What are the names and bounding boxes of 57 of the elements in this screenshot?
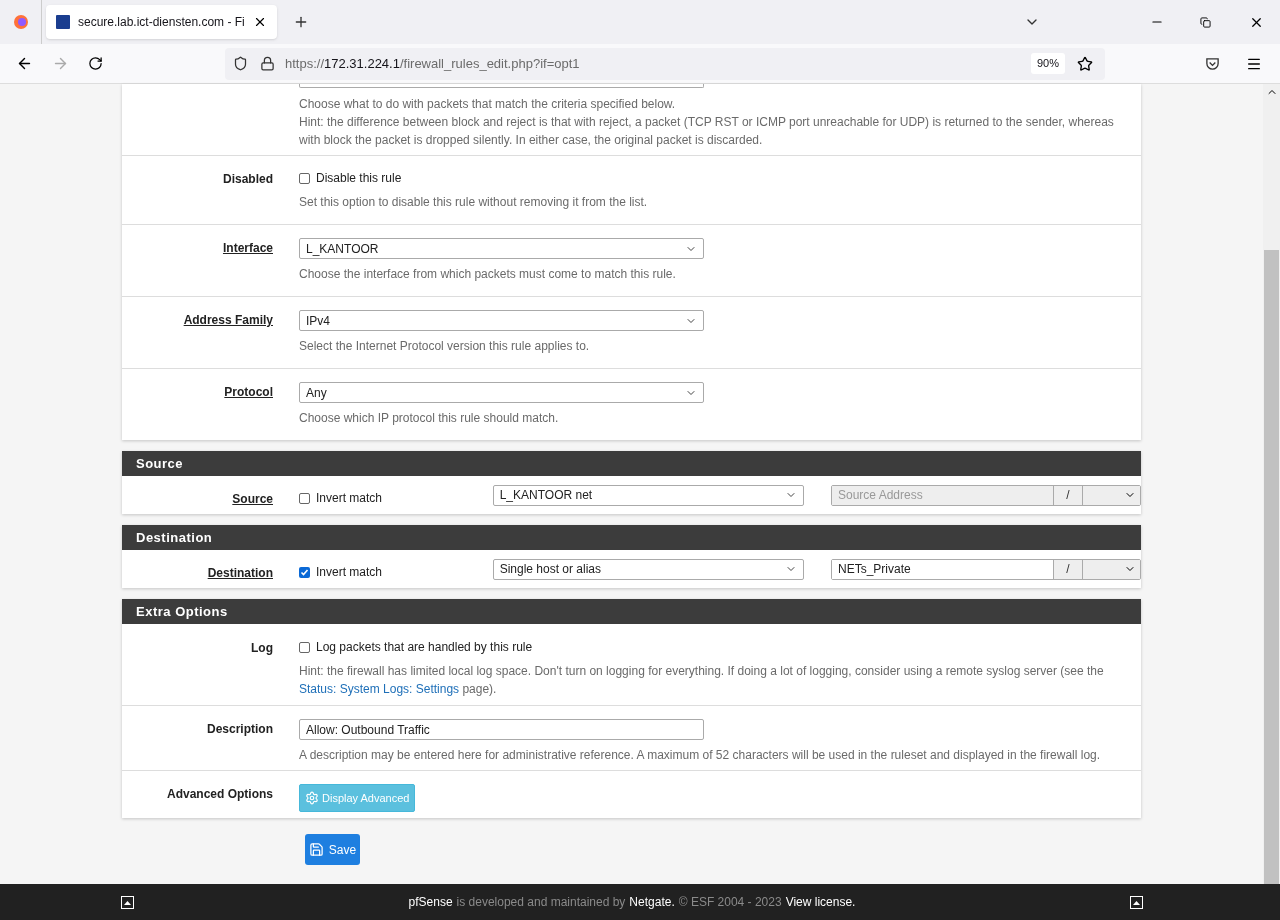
scroll-top-icon[interactable] (121, 895, 134, 909)
section-header: Destination (122, 525, 1141, 550)
field-label: Destination (207, 566, 273, 580)
help-text: Choose which IP protocol this rule should match. (299, 410, 560, 427)
help-text: A description may be entered here for administrative reference. A maximum of 52 characters will be used in the ruleset and displayed in the firewall log. (299, 747, 1102, 764)
browser-logo-icon[interactable] (12, 14, 29, 30)
lock-icon[interactable] (260, 56, 275, 71)
footer-text: is developed and maintained by (456, 894, 626, 911)
section-header: Source (122, 451, 1141, 476)
scroll-top-icon[interactable] (1130, 895, 1143, 909)
field-label: Log (251, 641, 273, 655)
scrollbar[interactable] (1263, 84, 1280, 884)
select-field[interactable]: L_KANTOOR net (492, 484, 804, 506)
help-text: Choose what to do with packets that match the criteria specified below. (299, 96, 677, 113)
checkbox[interactable] (299, 641, 310, 653)
zoom-level[interactable]: 90% (1030, 53, 1065, 74)
browser-tab[interactable]: secure.lab.ict-diensten.com - Fi (46, 5, 277, 39)
select-field[interactable]: Any (299, 382, 704, 403)
settings-link[interactable]: Status: System Logs: Settings (299, 682, 460, 696)
address-bar[interactable]: https://172.31.224.1/firewall_rules_edit.php?if=opt1 90% (225, 47, 1105, 80)
field-label: Protocol (224, 385, 273, 399)
footer-text: © ESF 2004 - 2023 (678, 894, 782, 911)
pocket-icon[interactable] (1205, 56, 1220, 71)
footer-link[interactable]: View license. (785, 893, 856, 911)
checkbox-label: Invert match (316, 564, 383, 581)
checkbox-label: Disable this rule (316, 170, 402, 187)
shield-icon[interactable] (233, 56, 248, 71)
restore-icon[interactable] (1200, 16, 1211, 28)
checkbox[interactable] (299, 492, 310, 504)
select-field[interactable]: Single host or alias (492, 558, 804, 580)
description-input[interactable]: Allow: Outbound Traffic (299, 719, 704, 740)
footer-link[interactable]: pfSense (408, 893, 453, 911)
field-label: Source (232, 492, 273, 506)
field-label: Interface (222, 241, 273, 255)
checkbox[interactable] (299, 566, 310, 578)
save-button[interactable]: Save (305, 834, 360, 865)
help-text: Hint: the firewall has limited local log space. Don't turn on logging for everything. If doing a lot of logging, consider using a remote syslog server (see the Status: System Logs: Settings page). (299, 663, 1105, 698)
checkbox-label: Invert match (316, 490, 383, 507)
help-text: Set this option to disable this rule without removing it from the list. (299, 194, 649, 211)
gear-icon (305, 791, 319, 805)
field-label: Address Family (183, 313, 273, 327)
footer-link[interactable]: Netgate. (629, 893, 675, 911)
help-text: Hint: the difference between block and reject is that with reject, a packet (TCP RST or ICMP port unreachable for UDP) is returned to the sender, whereas with block the packet is dropped silently. In either case, the original packet is discarded. (299, 114, 1115, 149)
field-label: Disabled (223, 172, 273, 186)
back-icon[interactable] (16, 55, 33, 72)
select-field[interactable]: IPv4 (299, 310, 704, 331)
section-header: Extra Options (122, 599, 1141, 624)
checkbox-label: Log packets that are handled by this rule (316, 639, 533, 656)
field-label: Advanced Options (167, 787, 273, 801)
tab-favicon-icon (56, 15, 70, 29)
checkbox[interactable] (299, 172, 310, 184)
field-label: Description (207, 722, 273, 736)
bookmark-star-icon[interactable] (1077, 55, 1093, 72)
select-field[interactable]: L_KANTOOR (299, 238, 704, 259)
help-text: Choose the interface from which packets must come to match this rule. (299, 266, 677, 283)
reload-icon[interactable] (88, 56, 103, 71)
help-text: Select the Internet Protocol version this rule applies to. (299, 338, 591, 355)
